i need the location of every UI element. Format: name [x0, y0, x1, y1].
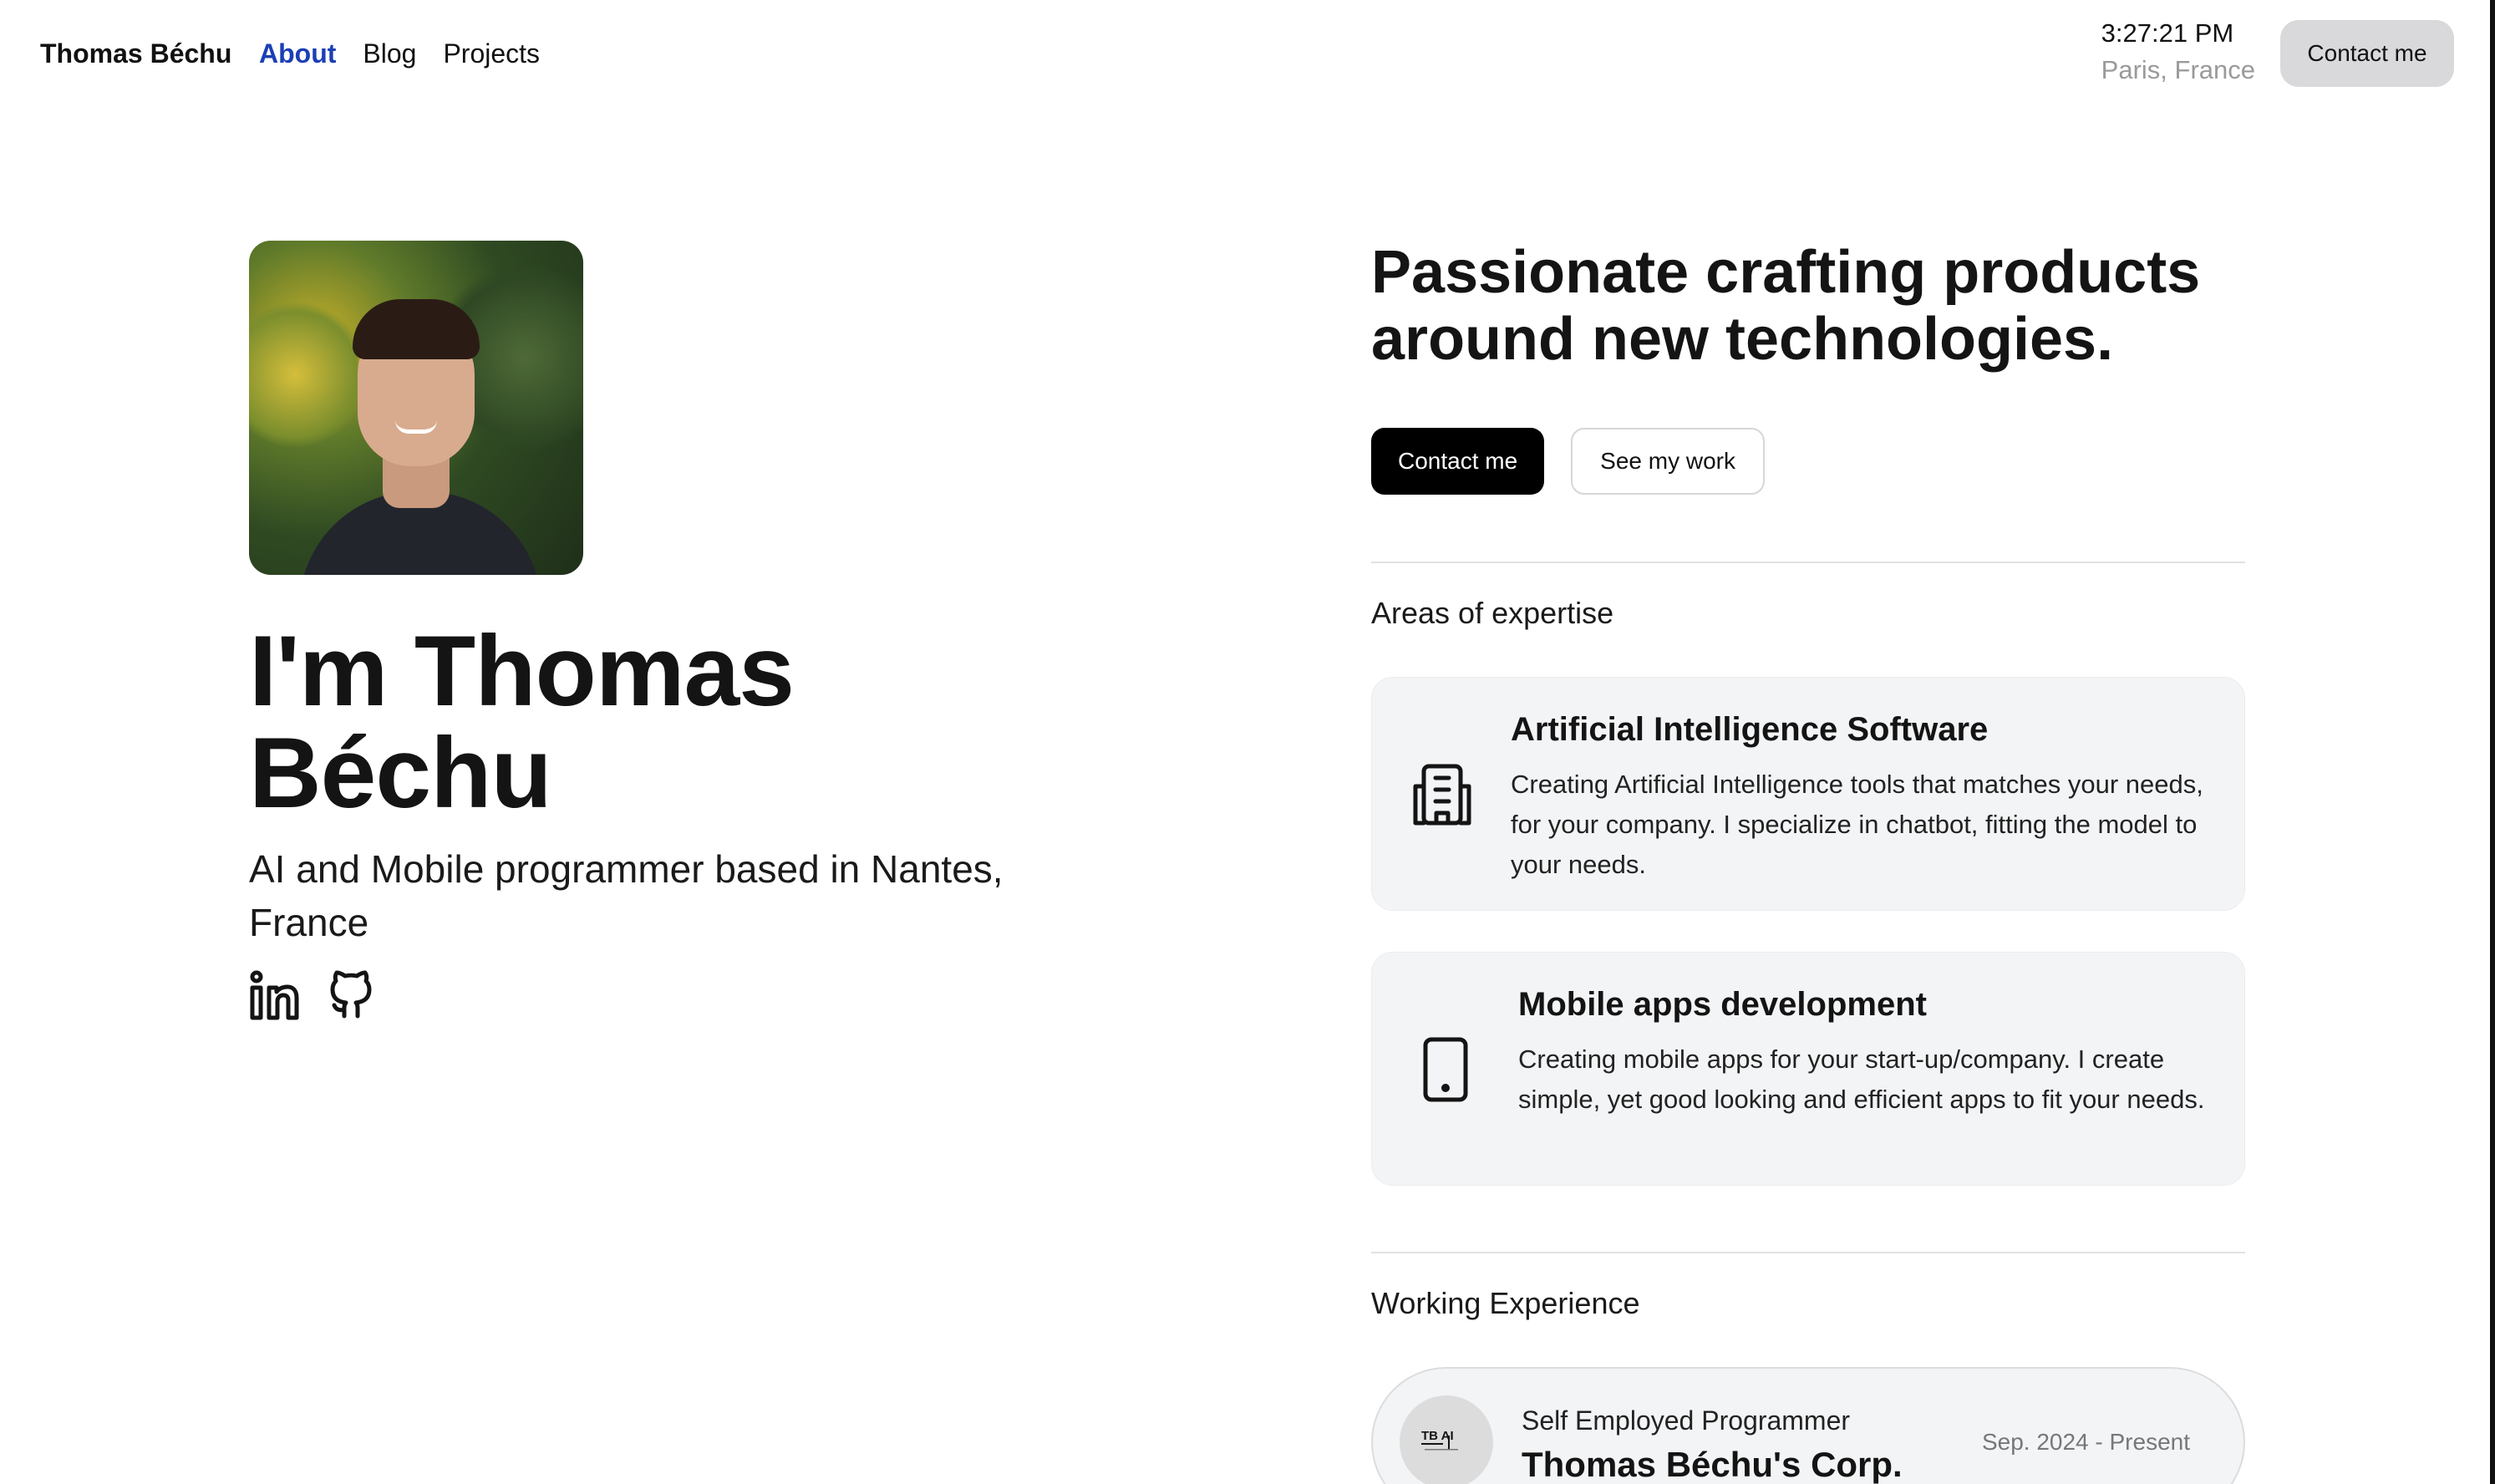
divider	[1371, 562, 2245, 563]
brand-name[interactable]: Thomas Béchu	[40, 37, 231, 70]
clock-time: 3:27:21 PM	[2101, 18, 2234, 48]
experience-section-title: Working Experience	[1371, 1286, 1640, 1320]
linkedin-icon[interactable]	[249, 969, 299, 1021]
nav-item-blog[interactable]: Blog	[363, 37, 416, 70]
page: Thomas Béchu About Blog Projects 3:27:21…	[0, 0, 2495, 1484]
experience-role: Self Employed Programmer	[1522, 1405, 1851, 1436]
clock-location: Paris, France	[2101, 55, 2255, 84]
nav-item-projects[interactable]: Projects	[443, 37, 540, 70]
expertise-mobile-description: Creating mobile apps for your start-up/c…	[1518, 1044, 2205, 1114]
local-clock: 3:27:21 PM Paris, France	[2101, 17, 2255, 90]
expertise-section-title: Areas of expertise	[1371, 596, 1614, 630]
contact-me-button[interactable]: Contact me	[1371, 428, 1545, 495]
tagline: Passionate crafting products around new …	[1371, 239, 2207, 373]
building-icon	[1409, 761, 1476, 828]
hero-name-line-1: I'm Thomas	[249, 615, 795, 727]
cta-buttons: Contact me See my work	[1371, 428, 1765, 495]
expertise-mobile-title: Mobile apps development	[1518, 986, 1927, 1023]
nav-item-about[interactable]: About	[259, 37, 336, 70]
expertise-ai-title: Artificial Intelligence Software	[1511, 711, 1989, 748]
avatar-hair	[353, 299, 480, 359]
expertise-ai-description: Creating Artificial Intelligence tools t…	[1511, 770, 2203, 879]
header-contact-button[interactable]: Contact me	[2280, 20, 2454, 87]
experience-company: Thomas Béchu's Corp.	[1522, 1445, 1903, 1484]
see-my-work-button[interactable]: See my work	[1571, 428, 1765, 495]
main-nav: About Blog Projects	[259, 37, 540, 70]
social-links	[249, 969, 376, 1021]
tagline-line-2: around new technologies.	[1371, 306, 2114, 373]
divider	[1371, 1252, 2245, 1253]
tagline-line-1: Passionate crafting products	[1371, 239, 2201, 306]
hero-name: I'm Thomas Béchu	[249, 620, 1001, 824]
tb-ai-logo-icon: TB AI	[1400, 1395, 1493, 1484]
hero-name-line-2: Béchu	[249, 717, 552, 829]
expertise-card-ai: Artificial Intelligence Software Creatin…	[1371, 677, 2245, 911]
expertise-card-mobile: Mobile apps development Creating mobile …	[1371, 952, 2245, 1186]
window-edge	[2490, 0, 2495, 1484]
experience-dates: Sep. 2024 - Present	[1981, 1429, 2190, 1455]
experience-item[interactable]: TB AI Self Employed Programmer Thomas Bé…	[1371, 1367, 2245, 1484]
hero-subtitle: AI and Mobile programmer based in Nantes…	[249, 847, 1004, 944]
smartphone-icon	[1412, 1036, 1479, 1103]
github-icon[interactable]	[326, 969, 376, 1021]
avatar	[249, 241, 583, 575]
avatar-background-foliage	[249, 291, 358, 458]
